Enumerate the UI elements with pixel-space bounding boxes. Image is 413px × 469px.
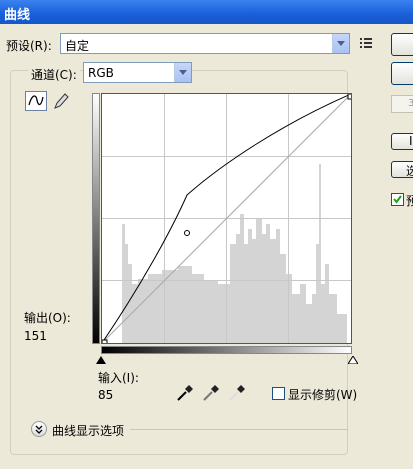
curve-point-white[interactable] xyxy=(347,93,354,100)
preview-label[interactable]: 预 xyxy=(406,192,413,209)
auto-button-label: I xyxy=(409,134,413,148)
gray-eyedropper-icon[interactable] xyxy=(202,384,220,402)
checkmark-icon xyxy=(393,195,402,204)
options-toggle-label[interactable]: 曲线显示选项 xyxy=(52,422,124,439)
channel-value: RGB xyxy=(88,66,114,80)
black-eyedropper-icon[interactable] xyxy=(176,384,194,402)
title-bar: 曲线 xyxy=(0,0,413,24)
show-clipping-label[interactable]: 显示修剪(W) xyxy=(288,386,357,403)
preset-menu-icon[interactable] xyxy=(359,37,373,49)
output-label: 输出(O): xyxy=(24,311,71,325)
options-button[interactable]: 选 xyxy=(391,161,413,178)
auto-button[interactable]: I xyxy=(391,133,413,150)
preset-value: 自定 xyxy=(65,39,90,53)
chevron-down-icon[interactable] xyxy=(332,34,349,53)
chevron-double-down-icon xyxy=(35,425,43,434)
histogram xyxy=(122,164,347,343)
chevron-down-icon[interactable] xyxy=(174,63,191,82)
cancel-button[interactable] xyxy=(391,62,413,85)
ok-button[interactable] xyxy=(391,33,413,56)
black-point-slider-icon[interactable] xyxy=(96,356,106,364)
preset-select[interactable]: 自定 xyxy=(60,33,350,54)
output-value[interactable]: 151 xyxy=(24,329,47,343)
pencil-icon[interactable] xyxy=(51,91,71,111)
curve-graph[interactable] xyxy=(101,93,354,346)
output-gradient-bar xyxy=(92,93,100,344)
preview-checkbox[interactable] xyxy=(391,193,404,206)
options-expand-button[interactable] xyxy=(31,421,47,437)
window-title: 曲线 xyxy=(4,8,31,23)
curve-canvas[interactable] xyxy=(101,93,354,346)
show-clipping-checkbox[interactable] xyxy=(272,387,285,400)
smooth-spin-field[interactable]: 3 xyxy=(391,95,413,113)
preset-label: 预设(R): xyxy=(6,39,52,53)
input-label: 输入(I): xyxy=(98,371,139,385)
input-value[interactable]: 85 xyxy=(98,388,113,402)
curve-point-tool[interactable] xyxy=(25,91,47,111)
channel-label: 通道(C): xyxy=(28,66,80,83)
curve-icon xyxy=(28,95,44,106)
channel-select[interactable]: RGB xyxy=(83,62,192,83)
white-point-slider-icon[interactable] xyxy=(348,356,358,364)
options-divider xyxy=(130,429,348,430)
options-button-label: 选 xyxy=(406,164,413,178)
white-eyedropper-icon[interactable] xyxy=(228,384,246,402)
curve-point-black[interactable] xyxy=(101,339,108,346)
spin-value: 3 xyxy=(408,98,413,109)
curve-point-selected[interactable] xyxy=(184,230,190,236)
input-gradient-bar xyxy=(101,346,352,354)
